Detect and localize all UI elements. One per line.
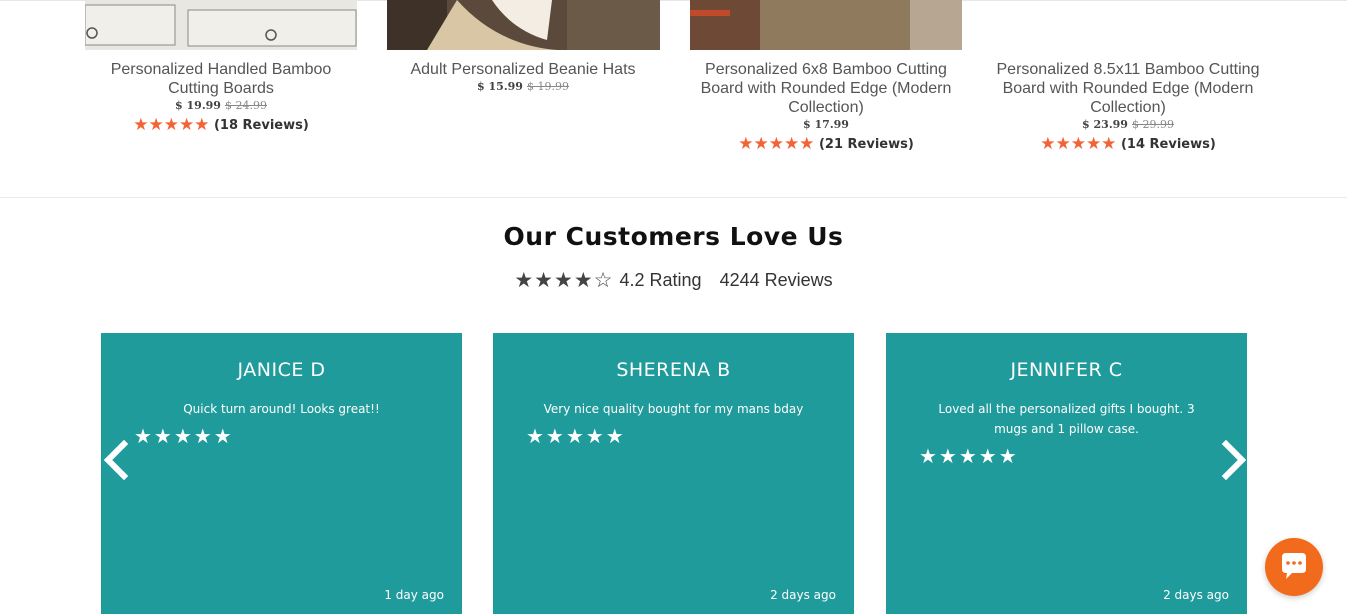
review-time: 1 day ago: [384, 588, 444, 602]
rating-summary: ★★★★☆ 4.2 Rating 4244 Reviews: [0, 268, 1347, 293]
review-stars: ★★★★★: [526, 424, 626, 448]
product-rating[interactable]: ★★★★★ (21 Reviews): [676, 134, 976, 154]
review-stars: ★★★★★: [919, 444, 1019, 468]
review-time: 2 days ago: [1163, 588, 1229, 602]
product-title[interactable]: Personalized 8.5x11 Bamboo Cutting Board…: [978, 60, 1278, 117]
product-image[interactable]: [387, 0, 660, 50]
product-price: $ 23.99 $ 29.99: [1082, 118, 1174, 131]
product-image[interactable]: [690, 0, 962, 50]
review-text: Very nice quality bought for my mans bda…: [543, 402, 804, 416]
review-card: JANICE D Quick turn around! Looks great!…: [101, 333, 462, 614]
review-card: JENNIFER C Loved all the personalized gi…: [886, 333, 1247, 614]
product-title[interactable]: Adult Personalized Beanie Hats: [373, 60, 673, 79]
section-heading: Our Customers Love Us: [503, 222, 844, 251]
product-strip: Personalized Handled Bamboo Cutting Boar…: [0, 0, 1347, 198]
chevron-right-icon[interactable]: [1218, 439, 1248, 481]
chat-bubble-icon: [1282, 553, 1306, 579]
product-image[interactable]: [85, 0, 357, 50]
chat-button[interactable]: [1265, 538, 1323, 596]
reviewer-name: SHERENA B: [616, 359, 731, 381]
chevron-left-icon[interactable]: [102, 439, 132, 481]
review-time: 2 days ago: [770, 588, 836, 602]
review-text: Quick turn around! Looks great!!: [183, 402, 380, 416]
product-rating[interactable]: ★★★★★ (14 Reviews): [978, 134, 1278, 154]
reviews-count[interactable]: 4244 Reviews: [720, 270, 833, 290]
product-title[interactable]: Personalized Handled Bamboo Cutting Boar…: [71, 60, 371, 98]
reviewer-name: JANICE D: [237, 359, 326, 381]
rating-stars: ★★★★★: [1040, 134, 1117, 154]
product-price: $ 19.99 $ 24.99: [175, 99, 267, 112]
review-text: Loved all the personalized gifts I bough…: [938, 402, 1195, 436]
product-rating[interactable]: ★★★★★ (18 Reviews): [71, 115, 371, 135]
product-price: $ 17.99: [803, 118, 849, 131]
section-divider: [0, 197, 1347, 198]
rating-stars: ★★★★★: [133, 115, 210, 135]
review-stars: ★★★★★: [134, 424, 234, 448]
rating-text: 4.2 Rating: [619, 270, 702, 290]
product-title[interactable]: Personalized 6x8 Bamboo Cutting Board wi…: [676, 60, 976, 117]
rating-stars: ★★★★★: [738, 134, 815, 154]
product-price: $ 15.99 $ 19.99: [477, 80, 569, 93]
summary-stars: ★★★★☆: [514, 269, 614, 292]
review-card: SHERENA B Very nice quality bought for m…: [493, 333, 854, 614]
reviewer-name: JENNIFER C: [1010, 359, 1123, 381]
